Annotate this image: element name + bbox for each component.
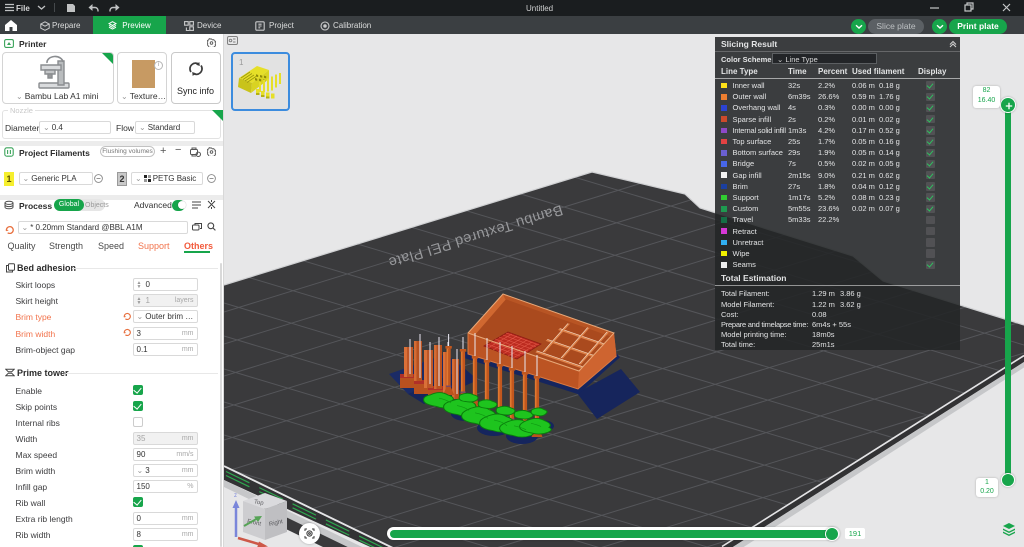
svg-text:z: z	[234, 493, 237, 499]
